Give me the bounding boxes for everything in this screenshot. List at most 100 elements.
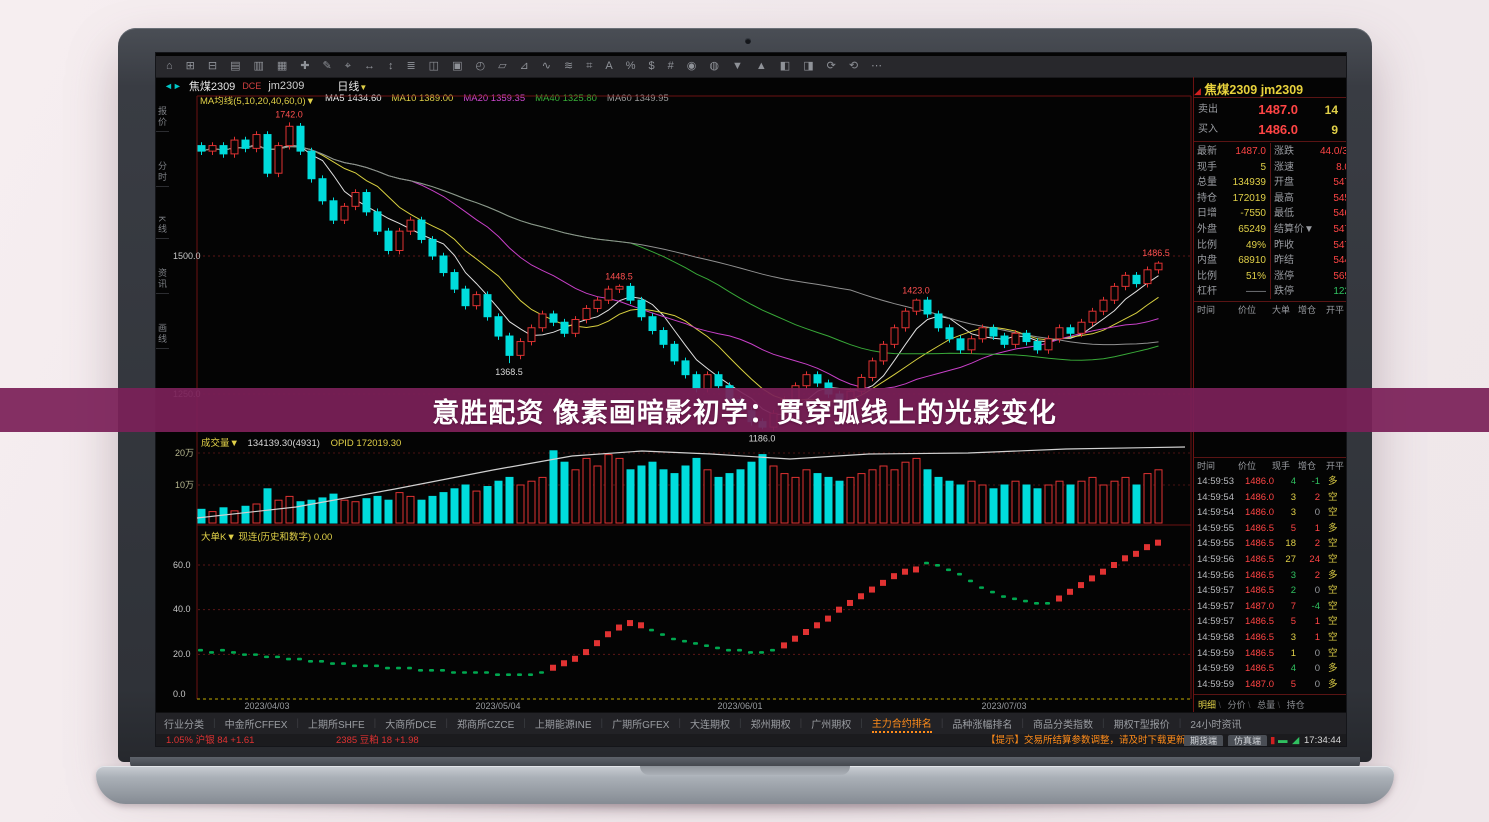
nav-arrows-icon[interactable]: ◄► [164,81,182,91]
trade-row[interactable]: 14:59:571486.551空 [1194,614,1347,630]
tab-9[interactable]: 广州期权 [811,716,851,731]
tab-separator: | [800,718,803,729]
sidebar-item-2[interactable]: K线 [156,213,169,239]
futures-terminal-button[interactable]: 期货端 [1184,735,1223,747]
down-icon[interactable]: ▼ [732,61,743,72]
period-selector[interactable]: 日线▼ [337,78,367,94]
box-icon[interactable]: ▣ [452,61,462,72]
sidebar-item-3[interactable]: 资讯 [156,265,169,294]
tab-3[interactable]: 大商所DCE [385,716,436,731]
volume-indicator-label[interactable]: 成交量▼ [201,438,239,449]
tab-5[interactable]: 上期能源INE [535,716,592,731]
trade-price: 1487.0 [1242,599,1274,615]
mini-tab-2[interactable]: 总量 [1257,700,1275,710]
wave-icon[interactable]: ∿ [542,61,551,72]
trade-row[interactable]: 14:59:571486.520空 [1194,583,1347,599]
collapse-icon[interactable]: ⊟ [208,61,217,72]
status-bar: 1.05% 沪银 84 +1.612385 豆粕 18 +1.98【提示】交易所… [156,734,1347,747]
text-icon[interactable]: A [605,61,612,72]
simulation-terminal-button[interactable]: 仿真端 [1228,735,1267,747]
h-scale-icon[interactable]: ↔ [364,61,375,72]
sidebar-item-0[interactable]: 报价 [156,103,169,132]
hash-icon[interactable]: ⌗ [586,61,592,72]
trade-row[interactable]: 14:59:541486.030空 [1194,505,1347,521]
trade-volume: 4 [1278,661,1296,677]
sidebar-item-4[interactable]: 画线 [156,320,169,349]
redo-icon[interactable]: ⟳ [827,61,836,72]
add-icon[interactable]: ✚ [300,61,309,72]
ask-row[interactable]: 卖出1487.014 [1194,100,1347,120]
trade-row[interactable]: 14:59:541486.032空 [1194,490,1347,506]
mini-tab-0[interactable]: 明细 [1198,700,1216,710]
quote-label: 涨停 [1274,269,1294,285]
currency-icon[interactable]: $ [649,61,655,72]
quote-label: 最高 [1274,191,1294,207]
split-icon[interactable]: ◫ [429,61,439,72]
trade-row[interactable]: 14:59:571487.07-4空 [1194,599,1347,615]
quote-value: 547 [1320,175,1347,191]
indicator-markers [198,540,1161,676]
home-icon[interactable]: ⌂ [166,61,173,72]
trade-oi-change: 0 [1300,646,1320,662]
more-icon[interactable]: ⋯ [871,61,882,72]
promo-banner: 意胜配资 像素画暗影初学：贯穿弧线上的光影变化 [0,388,1489,432]
sidebar-item-1[interactable]: 分时 [156,158,169,187]
tab-14[interactable]: 24小时资讯 [1190,716,1241,731]
percent-icon[interactable]: % [626,61,636,72]
trade-price: 1486.5 [1242,661,1274,677]
tab-10[interactable]: 主力合约排名 [872,715,932,733]
candle-icon[interactable]: ▥ [254,61,264,72]
left-vertical-tabs: 报价分时 K线资讯画线 [156,103,169,543]
waves-icon[interactable]: ≋ [564,61,573,72]
trade-row[interactable]: 14:59:551486.551多 [1194,521,1347,537]
scene: ⌂ ⊞ ⊟ ▤ ▥ ▦ ✚ ✎ ⌖ ↔ ↕ ≣ ◫ ▣ ◴ ▱ ⊿ ∿ ≋ ⌗ A% $ # ◉ ◍ ▼ ▲ ◧ ◨ ⟳ ⟲ ⋯ 报价分时 K线… [0,0,1489,822]
bars-icon[interactable]: ▦ [277,61,287,72]
news-ticker[interactable]: 【提示】交易所结算参数调整，请及时下载更新 [986,734,1186,747]
trade-row[interactable]: 14:59:531486.04-1多 [1194,474,1347,490]
triangle-icon[interactable]: ⊿ [520,61,529,72]
draw-icon[interactable]: ✎ [323,61,332,72]
quote-label: 比例 [1197,238,1217,254]
clock-icon[interactable]: ◴ [475,61,485,72]
tab-12[interactable]: 商品分类指数 [1033,716,1093,731]
indicator-pane-header[interactable]: 大单K▼ 现连(历史和数字) 0.00 [201,529,332,543]
trade-time: 14:59:53 [1197,474,1234,490]
undo-icon[interactable]: ⟲ [849,61,858,72]
chart-icon[interactable]: ▤ [230,61,240,72]
mini-tab-1[interactable]: 分价 [1228,700,1246,710]
trade-row[interactable]: 14:59:591486.510空 [1194,646,1347,662]
tab-0[interactable]: 行业分类 [164,716,204,731]
tab-2[interactable]: 上期所SHFE [308,716,365,731]
target-icon[interactable]: ◉ [687,61,697,72]
shape-icon[interactable]: ▱ [498,61,506,72]
quote-value: —— [1220,284,1266,300]
trade-row[interactable]: 14:59:591486.540多 [1194,661,1347,677]
number-icon[interactable]: # [668,61,674,72]
mini-tab-3[interactable]: 持仓 [1287,700,1305,710]
up-icon[interactable]: ▲ [756,61,767,72]
tab-6[interactable]: 广期所GFEX [612,716,669,731]
trade-row[interactable]: 14:59:551486.5182空 [1194,536,1347,552]
grid-icon[interactable]: ⊞ [186,61,195,72]
trade-row[interactable]: 14:59:581486.531空 [1194,630,1347,646]
half-right-icon[interactable]: ◨ [803,61,813,72]
tab-13[interactable]: 期权T型报价 [1114,716,1170,731]
v-scale-icon[interactable]: ↕ [388,61,394,72]
disc-icon[interactable]: ◍ [709,61,719,72]
quote-label: 外盘 [1197,222,1217,238]
trade-time: 14:59:54 [1197,505,1234,521]
tab-8[interactable]: 郑州期权 [751,716,791,731]
svg-text:2023/05/04: 2023/05/04 [475,701,520,711]
tab-7[interactable]: 大连期权 [690,716,730,731]
crosshair-icon[interactable]: ⌖ [345,61,351,72]
tab-4[interactable]: 郑商所CZCE [457,716,514,731]
tab-11[interactable]: 品种涨幅排名 [952,716,1012,731]
trade-row[interactable]: 14:59:561486.532多 [1194,568,1347,584]
tab-1[interactable]: 中金所CFFEX [225,716,288,731]
list-icon[interactable]: ≣ [406,61,415,72]
trade-row[interactable]: 14:59:591487.050多 [1194,677,1347,693]
trade-row[interactable]: 14:59:561486.52724空 [1194,552,1347,568]
bid-row[interactable]: 买入1486.09 [1194,120,1347,140]
half-left-icon[interactable]: ◧ [780,61,790,72]
tab-separator: | [860,718,863,729]
